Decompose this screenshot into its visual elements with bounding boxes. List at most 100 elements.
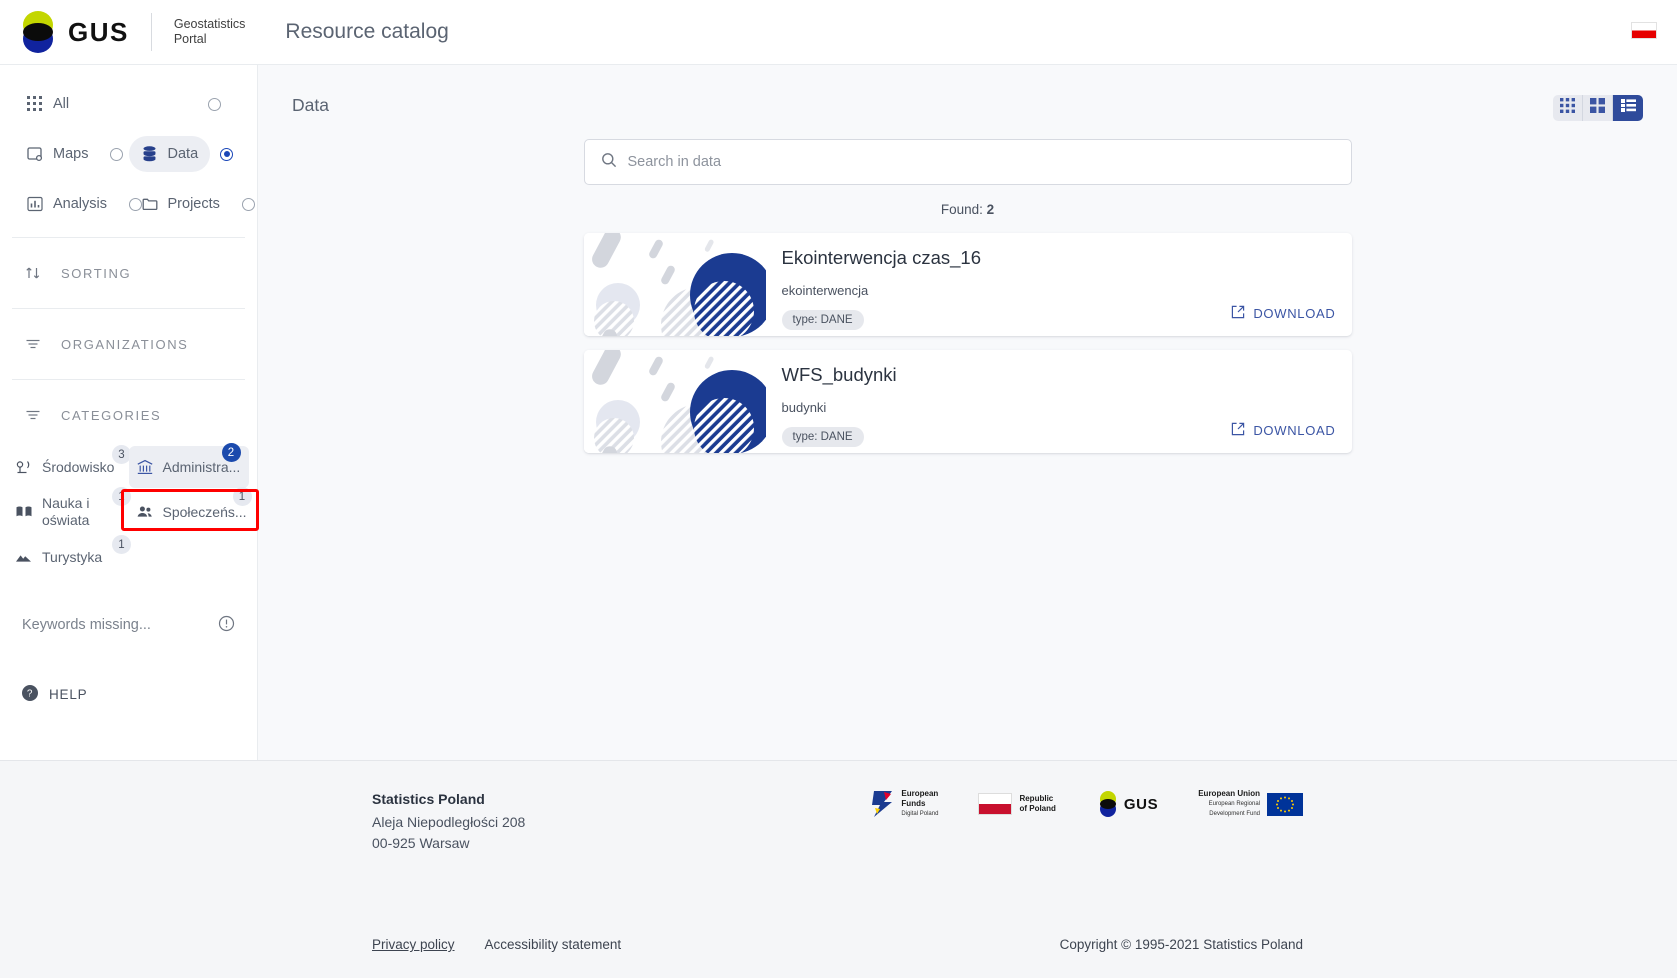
environment-icon [14, 457, 34, 477]
header-divider [150, 13, 152, 51]
card-subtitle: budynki [781, 400, 827, 415]
footer-top: Statistics Poland Aleja Niepodległości 2… [34, 789, 1643, 854]
category-item-srodowisko-label: Środowisko [42, 458, 115, 475]
help-circle-icon: ? [22, 684, 38, 704]
category-item-administracja[interactable]: Administra... 2 [128, 443, 249, 488]
sidebar-item-analysis-label: Analysis [53, 196, 107, 212]
card-title: WFS_budynki [781, 364, 897, 385]
republic-poland-text: Republic of Poland [1019, 794, 1055, 814]
external-link-icon [1231, 305, 1245, 322]
folder-icon [141, 195, 159, 213]
help-row[interactable]: ? HELP [0, 672, 257, 716]
search-icon [601, 152, 617, 173]
sidebar-item-data-label: Data [167, 146, 199, 162]
book-icon [14, 502, 34, 522]
portal-name-line1: Geostatistics [173, 17, 246, 31]
main-content: Data Search in data Found: 2 Ekointerwen… [258, 65, 1677, 760]
category-item-nauka-i-oswiata-label: Nauka i oświata [42, 495, 90, 528]
sidebar-item-analysis[interactable]: Analysis [14, 186, 119, 222]
page-title: Resource catalog [285, 20, 449, 43]
download-label: DOWNLOAD [1253, 423, 1336, 438]
gus-logo-text: GUS [68, 16, 129, 47]
result-card[interactable]: WFS_budynki budynki type: DANE DOWNLOAD [583, 350, 1352, 453]
view-toggle-small-grid[interactable] [1553, 95, 1583, 121]
found-count: 2 [986, 202, 995, 217]
sidebar-section-organizations[interactable]: ORGANIZATIONS [0, 317, 257, 371]
sidebar-section-categories[interactable]: CATEGORIES [0, 388, 257, 442]
mountain-icon [14, 547, 34, 567]
category-item-nauka-i-oswiata[interactable]: Nauka i oświata 1 [8, 487, 131, 536]
sidebar-item-maps[interactable]: Maps [14, 136, 100, 172]
sidebar-radio-projects[interactable] [241, 197, 255, 211]
app-footer: Statistics Poland Aleja Niepodległości 2… [0, 760, 1677, 978]
sidebar-section-sorting-label: SORTING [61, 265, 132, 281]
card-thumbnail [583, 233, 766, 336]
sort-icon [24, 265, 41, 282]
european-funds-text: European Funds Digital Poland [901, 789, 938, 819]
card-subtitle: ekointerwencja [781, 283, 869, 298]
eu-flag-icon [1267, 792, 1303, 816]
sidebar-item-all-label: All [53, 96, 70, 112]
people-icon [135, 502, 155, 522]
sidebar-radio-analysis[interactable] [129, 197, 142, 211]
sidebar-divider-2 [12, 308, 245, 309]
accessibility-statement-link[interactable]: Accessibility statement [485, 937, 622, 952]
view-toggle-list[interactable] [1613, 95, 1643, 121]
sidebar-radio-data[interactable] [220, 147, 234, 161]
european-union-line3: Development Fund [1209, 811, 1260, 817]
sidebar-divider-3 [12, 379, 245, 380]
body-row: All Maps Data Analysis Projects SORTING … [0, 65, 1677, 760]
sidebar-nav-row-2: Maps Data [0, 129, 257, 179]
footer-copyright: Copyright © 1995-2021 Statistics Poland [1059, 937, 1303, 952]
download-button[interactable]: DOWNLOAD [1231, 305, 1335, 322]
category-item-spoleczenstwo[interactable]: Społeczeńs... 1 [129, 487, 252, 536]
sidebar-radio-maps[interactable] [110, 147, 124, 161]
sidebar-item-maps-label: Maps [53, 146, 89, 162]
privacy-policy-link[interactable]: Privacy policy [372, 937, 455, 952]
search-bar[interactable] [583, 139, 1352, 185]
gus-logo: GUS [1096, 791, 1158, 817]
footer-logos: European Funds Digital Poland Republic o… [872, 789, 1303, 819]
search-input[interactable] [627, 154, 1335, 170]
republic-poland-logo: Republic of Poland [978, 793, 1056, 815]
card-body: Ekointerwencja czas_16 ekointerwencja ty… [766, 233, 1352, 336]
grid-3x3-icon [1560, 98, 1575, 118]
external-link-icon [1231, 422, 1245, 439]
info-circle-icon[interactable] [218, 615, 235, 636]
poland-flag-icon [978, 793, 1013, 815]
gus-logo[interactable]: GUS [18, 11, 129, 53]
poland-flag-icon[interactable] [1631, 22, 1657, 39]
app-root: GUS Geostatistics Portal Resource catalo… [0, 0, 1677, 978]
sidebar-radio-all[interactable] [208, 97, 221, 111]
government-icon [135, 457, 155, 477]
grid-2x2-icon [1590, 98, 1605, 118]
help-label: HELP [49, 686, 88, 702]
chart-icon [26, 195, 44, 213]
european-union-line1: European Union [1198, 789, 1260, 798]
list-icon [1620, 99, 1636, 117]
card-type-chip: type: DANE [781, 427, 864, 447]
portal-name: Geostatistics Portal [174, 17, 246, 47]
european-funds-mark-icon [872, 791, 894, 817]
svg-text:?: ? [27, 688, 33, 699]
sidebar-item-all[interactable]: All [14, 86, 81, 122]
found-count-row: Found: 2 [941, 202, 994, 217]
filter-icon [24, 336, 41, 353]
download-button[interactable]: DOWNLOAD [1231, 422, 1335, 439]
view-toggle-large-grid[interactable] [1583, 95, 1613, 121]
result-card[interactable]: Ekointerwencja czas_16 ekointerwencja ty… [583, 233, 1352, 336]
sidebar-section-sorting[interactable]: SORTING [0, 246, 257, 300]
sidebar-item-projects[interactable]: Projects [129, 186, 232, 222]
keywords-missing-row[interactable]: Keywords missing... [0, 600, 257, 650]
sidebar-nav-row-3: Analysis Projects [0, 179, 257, 229]
category-item-srodowisko[interactable]: Środowisko 3 [8, 445, 131, 488]
footer-bottom: Privacy policy Accessibility statement C… [34, 937, 1643, 952]
categories-list: Środowisko 3 Administra... 2 Nauka i ośw… [0, 442, 259, 578]
sidebar-item-data[interactable]: Data [128, 136, 211, 172]
category-item-turystyka[interactable]: Turystyka 1 [8, 535, 131, 578]
card-body: WFS_budynki budynki type: DANE DOWNLOAD [766, 350, 1352, 453]
view-toggle-group [1553, 95, 1643, 121]
sidebar-section-organizations-label: ORGANIZATIONS [61, 336, 189, 352]
republic-poland-line1: Republic [1019, 794, 1054, 803]
found-label: Found: [940, 202, 983, 217]
